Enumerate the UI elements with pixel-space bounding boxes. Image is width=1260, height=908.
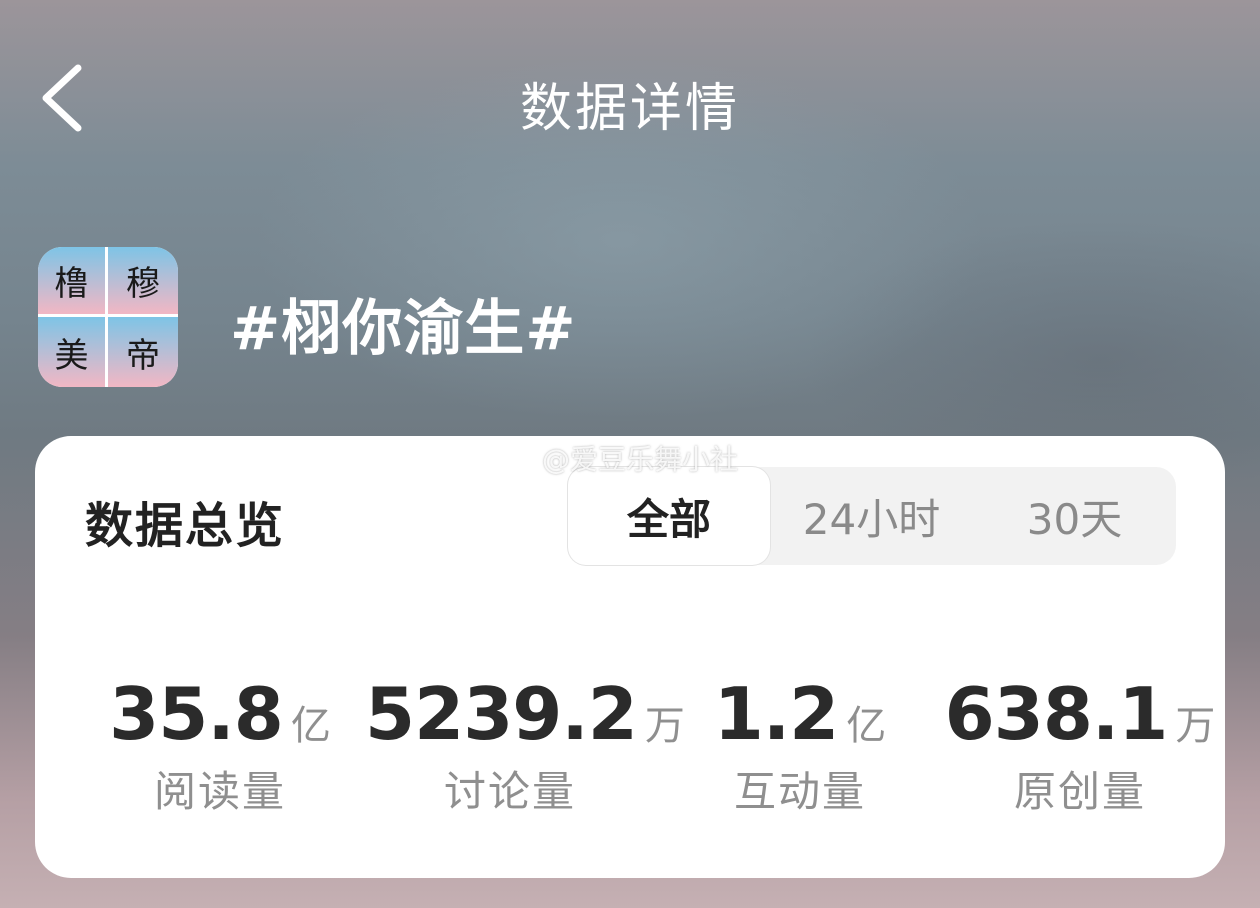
stat-value: 1.2 bbox=[713, 672, 840, 756]
stat-unit: 亿 bbox=[290, 703, 331, 749]
stats-row: 35.8 亿 阅读量 5239.2 万 讨论量 1.2 亿 互动量 638.1 万 原创… bbox=[75, 672, 1215, 816]
data-overview-card: 数据总览 全部 24小时 30天 35.8 亿 阅读量 5239.2 万 讨论量 1… bbox=[35, 436, 1225, 878]
stat-label: 原创量 bbox=[1013, 767, 1146, 816]
stat-label: 讨论量 bbox=[443, 767, 576, 816]
stat-unit: 万 bbox=[1175, 703, 1216, 749]
stat-reads: 35.8 亿 阅读量 bbox=[75, 672, 365, 819]
watermark-text: @爱豆乐舞小社 bbox=[542, 443, 739, 476]
stat-value: 5239.2 bbox=[365, 672, 638, 756]
avatar-char: 帝 bbox=[108, 317, 178, 387]
time-range-tabs: 全部 24小时 30天 bbox=[568, 467, 1176, 565]
overview-title: 数据总览 bbox=[85, 498, 286, 554]
weibo-icon bbox=[489, 443, 532, 475]
stat-label: 阅读量 bbox=[153, 767, 286, 816]
stat-value: 638.1 bbox=[944, 672, 1169, 756]
topic-avatar: 橹 穆 美 帝 bbox=[38, 247, 178, 387]
stat-originals: 638.1 万 原创量 bbox=[935, 672, 1225, 819]
tab-24h[interactable]: 24小时 bbox=[770, 467, 973, 565]
stat-label: 互动量 bbox=[733, 767, 866, 816]
stat-unit: 亿 bbox=[846, 703, 887, 749]
watermark: @爱豆乐舞小社 bbox=[488, 438, 738, 478]
avatar-char: 橹 bbox=[38, 247, 108, 317]
stat-value: 35.8 bbox=[109, 672, 284, 756]
avatar-char: 美 bbox=[38, 317, 108, 387]
page-title: 数据详情 bbox=[519, 79, 740, 139]
stat-discussions: 5239.2 万 讨论量 bbox=[365, 672, 685, 819]
stat-interactions: 1.2 亿 互动量 bbox=[655, 672, 945, 819]
tab-30d[interactable]: 30天 bbox=[973, 467, 1176, 565]
topic-title: #栩你渝生# bbox=[230, 294, 577, 364]
avatar-char: 穆 bbox=[108, 247, 178, 317]
tab-all[interactable]: 全部 bbox=[568, 467, 770, 565]
